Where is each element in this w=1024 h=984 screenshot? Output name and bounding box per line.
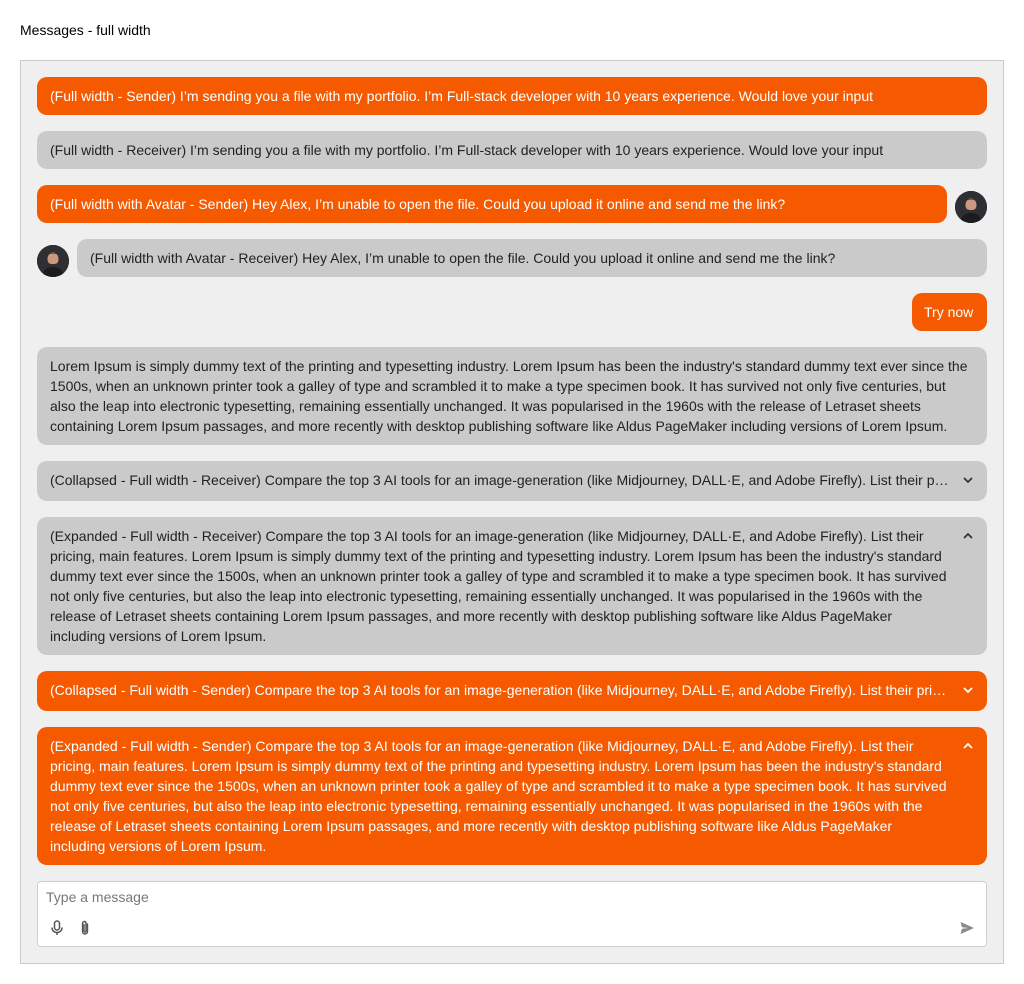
message-text: (Expanded - Full width - Receiver) Compa…	[50, 528, 947, 644]
message-bubble-receiver: (Full width - Receiver) I’m sending you …	[37, 131, 987, 169]
collapse-button[interactable]	[961, 529, 975, 543]
message-text: (Full width with Avatar - Sender) Hey Al…	[50, 196, 786, 212]
try-now-button[interactable]: Try now	[912, 293, 987, 331]
send-button[interactable]	[959, 920, 975, 936]
expanded-message-receiver: (Expanded - Full width - Receiver) Compa…	[37, 517, 987, 655]
messages-panel: (Full width - Sender) I’m sending you a …	[20, 60, 1004, 964]
chevron-up-icon	[963, 743, 973, 749]
collapsed-message-sender[interactable]: (Collapsed - Full width - Sender) Compar…	[37, 671, 987, 711]
expand-button[interactable]	[961, 473, 975, 487]
send-icon	[960, 922, 974, 934]
attach-button[interactable]	[77, 920, 93, 936]
message-bubble-sender-with-avatar: (Full width with Avatar - Sender) Hey Al…	[37, 185, 947, 223]
user-avatar-icon	[955, 191, 987, 223]
message-bubble-receiver: Lorem Ipsum is simply dummy text of the …	[37, 347, 987, 445]
user-avatar-icon	[37, 245, 69, 277]
message-text: Try now	[924, 304, 974, 320]
message-text: (Full width - Sender) I’m sending you a …	[50, 88, 873, 104]
message-input[interactable]	[46, 888, 946, 906]
chevron-up-icon	[963, 533, 973, 539]
avatar[interactable]	[37, 245, 69, 277]
microphone-button[interactable]	[49, 920, 65, 936]
message-text: (Expanded - Full width - Sender) Compare…	[50, 738, 947, 854]
expand-button[interactable]	[961, 683, 975, 697]
message-bubble-receiver-with-avatar: (Full width with Avatar - Receiver) Hey …	[77, 239, 987, 277]
message-text: (Full width with Avatar - Receiver) Hey …	[90, 250, 836, 266]
message-bubble-sender: (Full width - Sender) I’m sending you a …	[37, 77, 987, 115]
message-text: Lorem Ipsum is simply dummy text of the …	[50, 358, 968, 434]
paperclip-icon	[81, 920, 89, 935]
chevron-down-icon	[963, 477, 973, 483]
message-text: (Collapsed - Full width - Sender) Compar…	[50, 682, 949, 698]
collapsed-message-receiver[interactable]: (Collapsed - Full width - Receiver) Comp…	[37, 461, 987, 501]
message-composer	[37, 881, 987, 947]
expanded-message-sender: (Expanded - Full width - Sender) Compare…	[37, 727, 987, 865]
page-title: Messages - full width	[20, 22, 151, 38]
avatar[interactable]	[955, 191, 987, 223]
collapse-button[interactable]	[961, 739, 975, 753]
message-text: (Collapsed - Full width - Receiver) Comp…	[50, 472, 949, 488]
chevron-down-icon	[963, 687, 973, 693]
microphone-icon	[51, 920, 63, 935]
message-text: (Full width - Receiver) I’m sending you …	[50, 142, 884, 158]
